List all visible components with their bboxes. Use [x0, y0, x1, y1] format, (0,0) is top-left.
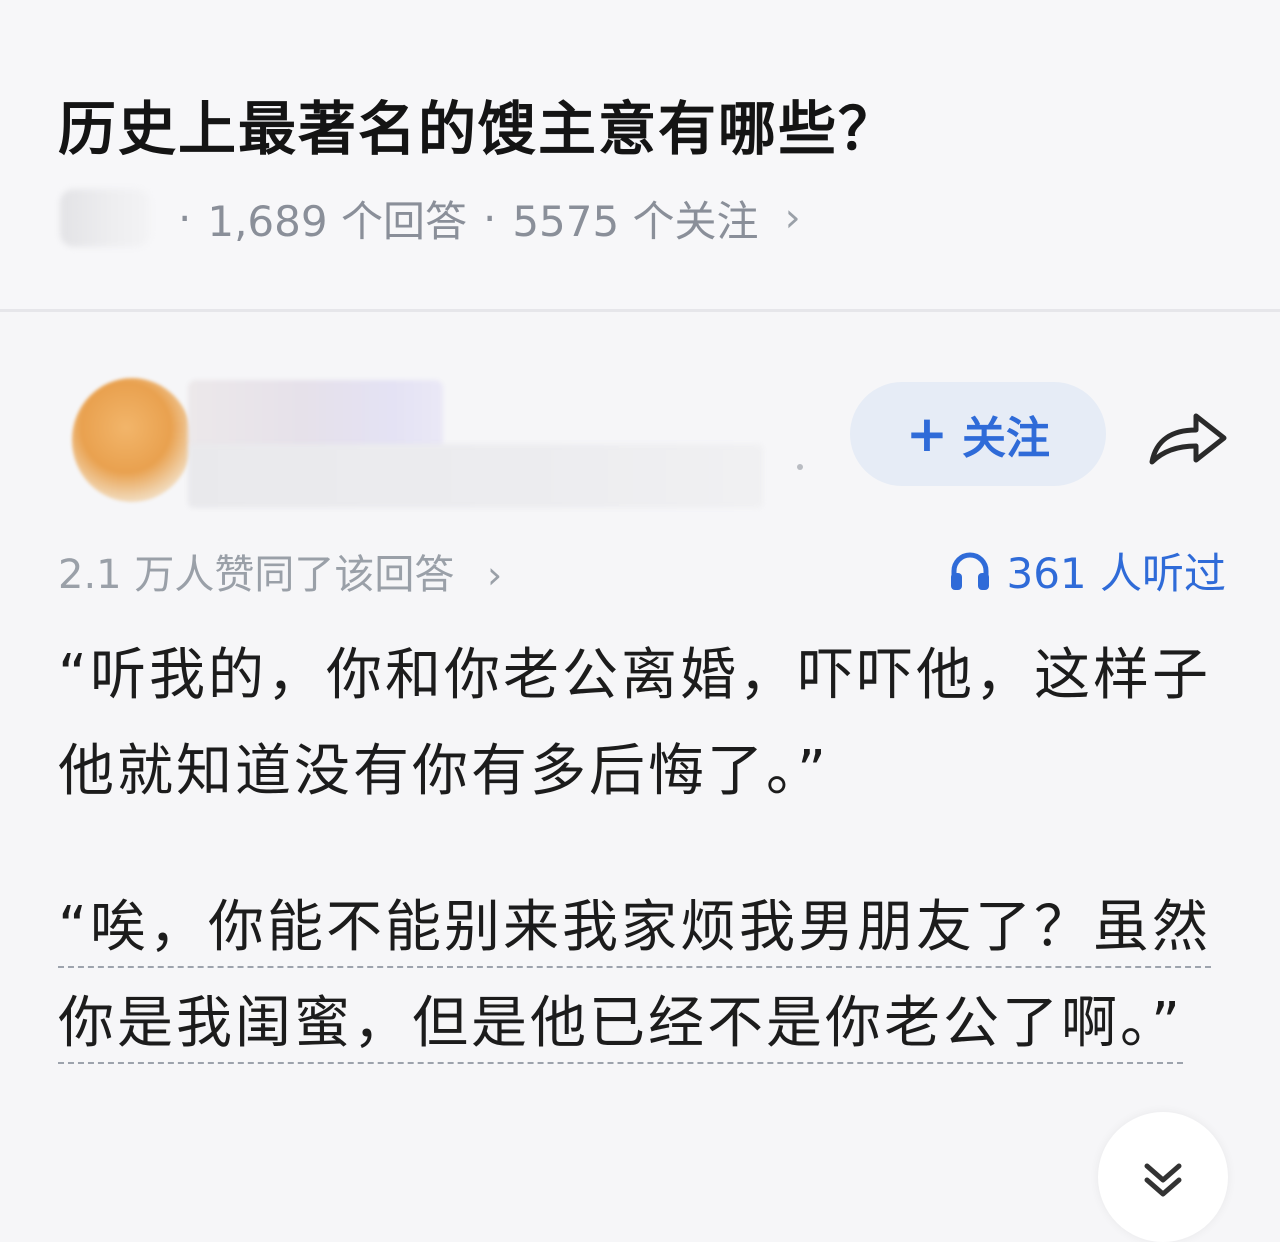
plus-icon: +: [906, 405, 948, 463]
bio-dot: [797, 464, 803, 470]
chevron-double-down-icon: [1144, 1163, 1182, 1197]
answer-paragraph: “听我的，你和你老公离婚，吓吓他，这样子他就知道没有你有多后悔了。”: [58, 643, 1212, 804]
answer-paragraph: “唉，你能不能别来我家烦我男朋友了？虽然你是我闺蜜，但是他已经不是你老公了啊。”: [58, 880, 1228, 1072]
chevron-right-icon: ›: [487, 553, 503, 597]
avatar[interactable]: [72, 378, 192, 502]
answer-paragraph-text: “唉，你能不能别来我家烦我男朋友了？虽然你是我闺蜜，但是他已经不是你老公了啊。”: [58, 895, 1212, 1064]
chevron-right-icon: ›: [784, 195, 801, 241]
meta-separator: ·: [482, 193, 497, 243]
author-bio-blurred: [188, 444, 763, 508]
question-meta[interactable]: · 1,689 个回答 · 5575 个关注 ›: [60, 188, 801, 248]
author-row: + 关注: [0, 312, 1280, 532]
topic-avatar-blurred: [60, 189, 150, 247]
question-header: 历史上最著名的馊主意有哪些？ · 1,689 个回答 · 5575 个关注 ›: [0, 0, 1280, 310]
stats-row: 2.1 万人赞同了该回答 › 361 人听过: [0, 536, 1280, 606]
question-title[interactable]: 历史上最著名的馊主意有哪些？: [58, 82, 898, 166]
meta-separator: ·: [178, 193, 192, 243]
listen-count[interactable]: 361 人听过: [948, 540, 1226, 601]
author-name-blurred[interactable]: [188, 380, 443, 452]
follow-button[interactable]: + 关注: [850, 382, 1106, 486]
answers-count: 1,689 个回答: [207, 196, 467, 246]
listen-text: 361 人听过: [1006, 549, 1226, 598]
headphones-icon: [951, 552, 990, 590]
follows-count: 5575 个关注: [512, 196, 759, 246]
expand-button[interactable]: [1098, 1112, 1228, 1242]
share-arrow-icon[interactable]: [1146, 400, 1230, 470]
answer-content[interactable]: “听我的，你和你老公离婚，吓吓他，这样子他就知道没有你有多后悔了。” “唉，你能…: [58, 628, 1228, 1072]
follow-label: 关注: [961, 413, 1050, 464]
agree-text: 2.1 万人赞同了该回答: [58, 552, 455, 598]
agree-count[interactable]: 2.1 万人赞同了该回答 ›: [58, 542, 502, 600]
